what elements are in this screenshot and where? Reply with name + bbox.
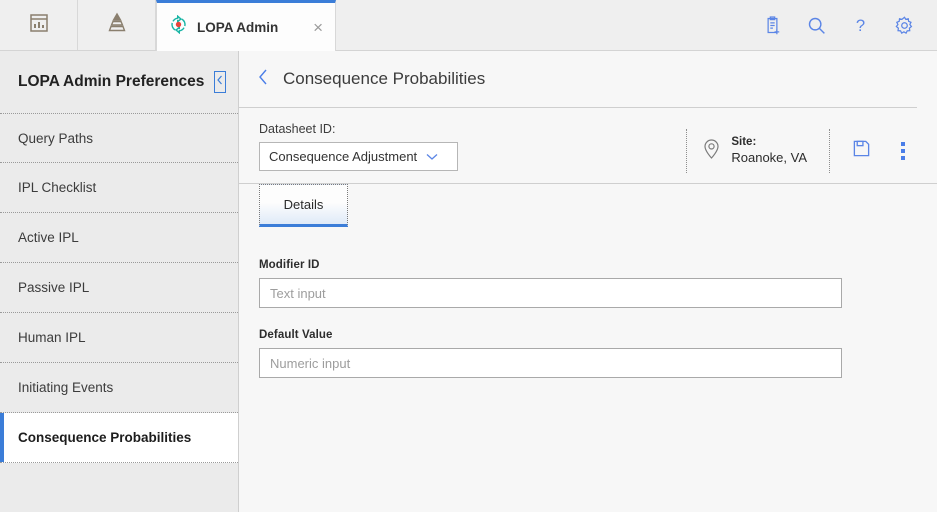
sidebar-menu: Query Paths IPL Checklist Active IPL Pas… [0,113,238,512]
field-default-value-label: Default Value [259,329,333,341]
tab-hierarchy[interactable] [78,0,156,50]
tab-details[interactable]: Details [259,184,348,227]
kebab-menu-icon [901,149,905,153]
toolbar-actions [829,129,917,173]
sidebar-item-label: Human IPL [18,330,86,345]
app-body: LOPA Admin Preferences Query Paths IPL C… [0,51,937,512]
sidebar-item-ipl-checklist[interactable]: IPL Checklist [0,163,238,213]
overflow-menu-button[interactable] [895,140,911,162]
tab-details-label: Details [283,197,324,212]
modifier-id-input[interactable] [259,278,842,308]
clipboard-add-icon[interactable] [762,15,783,36]
browser-tab-strip: LOPA Admin × ? [0,0,937,51]
datasheet-select[interactable]: Consequence Adjustment [259,142,458,171]
sidebar-collapse-button[interactable] [214,71,227,93]
sidebar-item-query-paths[interactable]: Query Paths [0,113,238,163]
default-value-input[interactable] [259,348,842,378]
svg-text:?: ? [856,15,865,34]
site-text: Site: Roanoke, VA [731,135,807,167]
datasheet-selector: Datasheet ID: Consequence Adjustment [259,122,458,183]
content-tabs: Details [239,184,937,227]
sidebar-item-label: Active IPL [18,230,79,245]
datasheet-label: Datasheet ID: [259,122,336,136]
sidebar-item-initiating-events[interactable]: Initiating Events [0,363,238,413]
close-icon[interactable]: × [311,19,325,36]
sidebar-item-human-ipl[interactable]: Human IPL [0,313,238,363]
field-modifier-id-label: Modifier ID [259,259,320,271]
sidebar-header: LOPA Admin Preferences [0,51,238,113]
chevron-down-icon [425,149,448,164]
dashboard-icon [27,11,51,40]
page-header: Consequence Probabilities [239,51,917,108]
kebab-menu-icon [901,142,905,146]
save-disk-icon [852,140,871,162]
field-default-value: Default Value [259,329,917,378]
tab-lopa-admin[interactable]: LOPA Admin × [156,0,336,51]
sidebar-item-label: Consequence Probabilities [18,430,192,445]
back-button[interactable] [257,67,270,92]
pyramid-icon [104,11,130,40]
site-info: Site: Roanoke, VA [686,129,829,173]
main-content: Consequence Probabilities Datasheet ID: … [239,51,937,512]
tab-dashboard[interactable] [0,0,78,50]
location-pin-icon [701,137,722,166]
sidebar-title: LOPA Admin Preferences [18,73,205,90]
sidebar-item-label: Query Paths [18,130,94,146]
site-value: Roanoke, VA [731,150,807,166]
sidebar-item-consequence-probabilities[interactable]: Consequence Probabilities [0,413,238,463]
page-title: Consequence Probabilities [283,69,486,88]
refresh-circle-icon [169,14,188,39]
chevron-left-icon [257,69,270,91]
search-icon[interactable] [806,15,827,36]
details-form: Modifier ID Default Value [239,227,937,399]
datasheet-select-value: Consequence Adjustment [269,149,418,164]
sidebar-item-label: IPL Checklist [18,180,97,195]
sidebar-item-label: Passive IPL [18,280,90,295]
gear-icon[interactable] [894,15,915,36]
sidebar: LOPA Admin Preferences Query Paths IPL C… [0,51,239,512]
tab-lopa-admin-label: LOPA Admin [197,19,279,35]
chevron-left-icon [215,73,225,91]
sidebar-item-label: Initiating Events [18,380,114,395]
toolbar-row: Datasheet ID: Consequence Adjustment Sit… [239,108,937,184]
sidebar-item-active-ipl[interactable]: Active IPL [0,213,238,263]
tab-strip-spacer [336,0,752,50]
help-icon[interactable]: ? [850,15,871,36]
save-button[interactable] [852,139,871,163]
kebab-menu-icon [901,156,905,160]
global-actions: ? [752,0,937,50]
field-modifier-id: Modifier ID [259,259,917,308]
site-label: Site: [731,136,757,149]
sidebar-item-passive-ipl[interactable]: Passive IPL [0,263,238,313]
